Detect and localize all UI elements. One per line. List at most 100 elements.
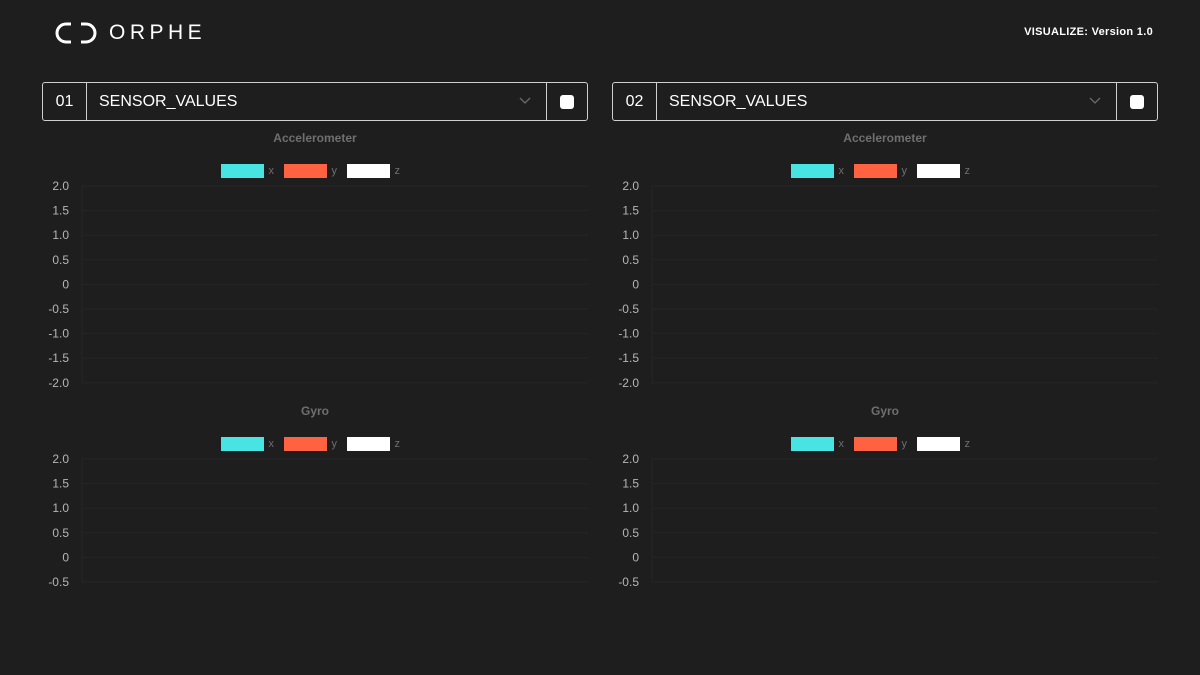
legend-label-z: z [964,165,971,177]
y-tick-label: -0.5 [618,575,639,589]
legend-label-x: x [268,438,275,450]
y-tick-label: 0.5 [52,253,69,267]
legend-item-y[interactable]: y [853,437,910,451]
y-tick-label: -0.5 [48,575,69,589]
sensor-type-dropdown[interactable]: SENSOR_VALUES [87,83,546,120]
legend-swatch-z [346,437,390,451]
logo-text: ORPHE [109,21,207,44]
chart-title: Accelerometer [273,131,357,145]
y-tick-label: 1.0 [52,501,69,515]
legend-label-x: x [838,165,845,177]
y-tick-label: 0.5 [622,526,639,540]
chart-title: Accelerometer [843,131,927,145]
legend-item-x[interactable]: x [220,437,277,451]
legend-swatch-x [220,164,264,178]
sensor-panel-02: 02 SENSOR_VALUES Accelerometer x y z 2.0… [612,82,1158,589]
sensor-selector: 02 SENSOR_VALUES [612,82,1158,121]
sensor-type-dropdown[interactable]: SENSOR_VALUES [657,83,1116,120]
y-tick-label: 0 [62,550,69,564]
legend-label-y: y [331,438,338,450]
y-tick-label: 0.5 [622,253,639,267]
orphe-logo-mark-icon [55,22,97,44]
legend-item-x[interactable]: x [790,164,847,178]
legend-swatch-x [790,437,834,451]
chart-title: Gyro [300,404,329,418]
legend-swatch-y [853,164,897,178]
legend-label-x: x [268,165,275,177]
gyro-chart: Gyro x y z 2.0 1.5 1.0 0.5 0 -0.5 [612,393,1158,593]
y-tick-label: 0 [632,277,639,291]
top-bar: ORPHE VISUALIZE: Version 1.0 [0,0,1200,66]
gyro-plot: 2.0 1.5 1.0 0.5 0 -0.5 [618,452,1158,589]
y-tick-label: 0 [62,277,69,291]
y-tick-label: 2.0 [622,179,639,193]
legend-label-x: x [838,438,845,450]
legend-item-z[interactable]: z [346,164,403,178]
chevron-down-icon [1089,97,1101,104]
sensor-selector: 01 SENSOR_VALUES [42,82,588,121]
panel-checkbox-cell [546,83,587,120]
y-tick-label: 2.0 [52,452,69,466]
legend-swatch-y [283,164,327,178]
legend-swatch-z [916,437,960,451]
accelerometer-plot: 2.0 1.5 1.0 0.5 0 -0.5 -1.0 -1.5 -2.0 [48,179,588,390]
y-tick-label: -1.0 [48,327,69,341]
y-tick-label: 0 [632,550,639,564]
legend-item-z[interactable]: z [916,164,973,178]
legend-item-y[interactable]: y [283,164,340,178]
y-tick-label: -0.5 [48,302,69,316]
chart-legend: x y z [42,437,588,451]
dropdown-value: SENSOR_VALUES [99,92,238,110]
panel-checkbox[interactable] [1130,94,1144,109]
chart-legend: x y z [612,437,1158,451]
panel-checkbox[interactable] [560,94,574,109]
y-tick-label: 1.5 [52,477,69,491]
legend-label-z: z [394,438,401,450]
panel-number: 01 [43,83,87,120]
chart-legend: x y z [612,164,1158,178]
legend-item-y[interactable]: y [283,437,340,451]
y-tick-label: 1.5 [622,477,639,491]
y-tick-label: 2.0 [622,452,639,466]
legend-item-x[interactable]: x [220,164,277,178]
accelerometer-plot: 2.0 1.5 1.0 0.5 0 -0.5 -1.0 -1.5 -2.0 [618,179,1158,390]
panel-checkbox-cell [1116,83,1157,120]
legend-swatch-y [853,437,897,451]
y-tick-label: 0.5 [52,526,69,540]
y-tick-label: 1.0 [52,228,69,242]
chart-title: Gyro [870,404,899,418]
legend-label-y: y [331,165,338,177]
dropdown-value: SENSOR_VALUES [669,92,808,110]
legend-swatch-z [916,164,960,178]
y-tick-label: -1.0 [618,327,639,341]
chart-legend: x y z [42,164,588,178]
legend-label-y: y [901,438,908,450]
legend-label-z: z [964,438,971,450]
gyro-plot: 2.0 1.5 1.0 0.5 0 -0.5 [48,452,588,589]
y-tick-label: 1.0 [622,228,639,242]
legend-label-z: z [394,165,401,177]
y-tick-label: -1.5 [618,351,639,365]
version-label: VISUALIZE: Version 1.0 [1024,26,1153,38]
y-tick-label: 1.0 [622,501,639,515]
sensor-panel-01: 01 SENSOR_VALUES Accelerometer x y z 2.0… [42,82,588,589]
accelerometer-chart: Accelerometer x y z 2.0 1.5 1.0 0.5 0 -0.5 -1.… [612,120,1158,390]
accelerometer-chart: Accelerometer x y z 2.0 1.5 1.0 0.5 0 -0.5 -1.… [42,120,588,390]
gyro-chart: Gyro x y z 2.0 1.5 1.0 0.5 0 -0.5 [42,393,588,593]
legend-item-z[interactable]: z [916,437,973,451]
y-tick-label: 2.0 [52,179,69,193]
orphe-logo: ORPHE [54,21,206,45]
legend-swatch-z [346,164,390,178]
y-tick-label: -2.0 [618,376,639,390]
legend-item-z[interactable]: z [346,437,403,451]
y-tick-label: -1.5 [48,351,69,365]
chevron-down-icon [519,97,531,104]
y-tick-label: -2.0 [48,376,69,390]
y-tick-label: 1.5 [622,204,639,218]
legend-item-x[interactable]: x [790,437,847,451]
legend-swatch-y [283,437,327,451]
legend-swatch-x [790,164,834,178]
legend-item-y[interactable]: y [853,164,910,178]
y-tick-label: -0.5 [618,302,639,316]
y-tick-label: 1.5 [52,204,69,218]
